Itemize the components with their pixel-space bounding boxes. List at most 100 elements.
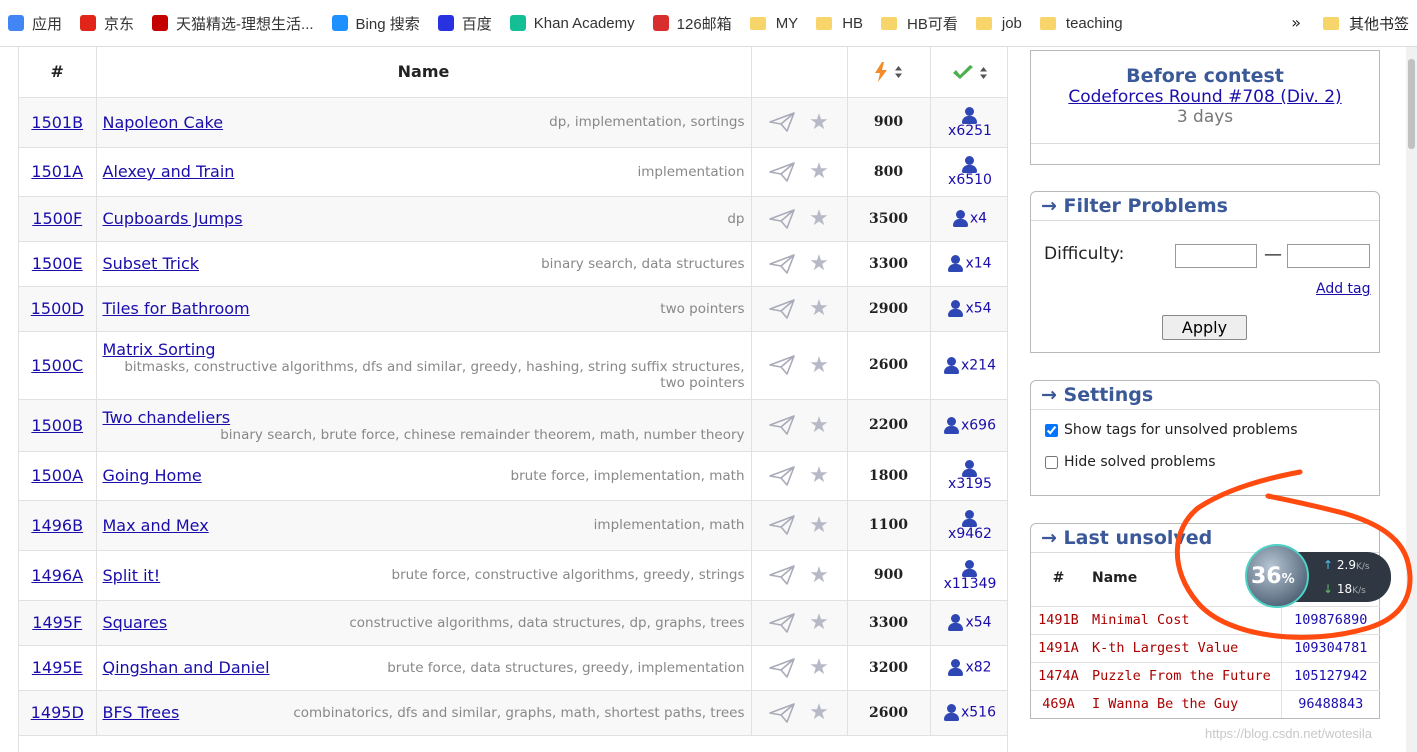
problem-name-link[interactable]: Max and Mex [103, 516, 209, 535]
favourite-star-icon[interactable]: ★ [809, 700, 829, 725]
problem-id-link[interactable]: 1500E [32, 254, 83, 273]
submit-send-icon[interactable] [769, 657, 795, 678]
solved-count-link[interactable]: x54 [965, 301, 991, 317]
bookmark-item[interactable]: 126邮箱 [652, 13, 732, 34]
problem-id-link[interactable]: 1496B [31, 516, 83, 535]
last-unsolved-name-link[interactable]: I Wanna Be the Guy [1092, 696, 1238, 712]
problem-name-link[interactable]: Matrix Sorting [103, 340, 745, 359]
solved-count-link[interactable]: x6510 [948, 172, 992, 188]
submit-send-icon[interactable] [769, 415, 795, 435]
network-speed-widget[interactable]: 36% ↑ 2.9K/s ↓ 18K/s [1245, 544, 1393, 608]
favourite-star-icon[interactable]: ★ [809, 463, 829, 488]
bookmark-item[interactable]: HB可看 [881, 13, 958, 34]
favourite-star-icon[interactable]: ★ [809, 655, 829, 680]
solved-count-link[interactable]: x516 [961, 705, 996, 721]
submit-send-icon[interactable] [769, 253, 795, 274]
bookmark-item[interactable]: 京东 [80, 13, 134, 34]
hide-solved-option[interactable]: Hide solved problems [1045, 454, 1379, 470]
bookmark-item[interactable]: 应用 [8, 13, 62, 34]
contest-link[interactable]: Codeforces Round #708 (Div. 2) [1031, 87, 1379, 107]
last-unsolved-id-link[interactable]: 1474A [1038, 668, 1079, 684]
problem-id-link[interactable]: 1500D [31, 299, 84, 318]
last-unsolved-id-link[interactable]: 469A [1042, 696, 1075, 712]
problem-name-link[interactable]: Napoleon Cake [103, 113, 224, 132]
solved-count-link[interactable]: x14 [965, 256, 991, 272]
last-unsolved-submission-link[interactable]: 109304781 [1294, 640, 1367, 656]
solved-count-link[interactable]: x54 [965, 615, 991, 631]
problem-id-link[interactable]: 1495E [32, 658, 83, 677]
problem-id-link[interactable]: 1500F [32, 209, 82, 228]
bookmarks-more-button[interactable]: » [1291, 13, 1301, 32]
bookmark-item[interactable]: Khan Academy [509, 15, 635, 32]
solved-count-link[interactable]: x82 [965, 660, 991, 676]
solved-count-link[interactable]: x11349 [944, 576, 997, 592]
favourite-star-icon[interactable]: ★ [809, 110, 829, 135]
add-tag-link[interactable]: Add tag [1316, 281, 1371, 297]
last-unsolved-name-link[interactable]: Puzzle From the Future [1092, 668, 1271, 684]
submit-send-icon[interactable] [769, 702, 795, 723]
last-unsolved-name-link[interactable]: K-th Largest Value [1092, 640, 1238, 656]
bookmark-item[interactable]: MY [749, 15, 798, 32]
favourite-star-icon[interactable]: ★ [809, 610, 829, 635]
solved-count-link[interactable]: x696 [961, 417, 996, 433]
submit-send-icon[interactable] [769, 355, 795, 375]
problem-id-link[interactable]: 1500A [31, 466, 83, 485]
problem-name-link[interactable]: Tiles for Bathroom [103, 299, 250, 318]
header-solved[interactable] [930, 47, 1007, 98]
difficulty-min-input[interactable] [1175, 244, 1257, 268]
solved-count-link[interactable]: x9462 [948, 526, 992, 542]
favourite-star-icon[interactable]: ★ [809, 296, 829, 321]
problem-id-link[interactable]: 1501A [31, 162, 83, 181]
scrollbar-thumb[interactable] [1408, 59, 1415, 149]
problem-id-link[interactable]: 1495D [31, 703, 84, 722]
problem-id-link[interactable]: 1496A [31, 566, 83, 585]
problem-name-link[interactable]: BFS Trees [103, 703, 180, 722]
apply-button[interactable]: Apply [1162, 315, 1247, 340]
bookmark-item[interactable]: 百度 [437, 13, 492, 34]
problem-id-link[interactable]: 1495F [32, 613, 82, 632]
scrollbar[interactable] [1406, 47, 1417, 752]
problem-id-link[interactable]: 1501B [31, 113, 83, 132]
problem-name-link[interactable]: Subset Trick [103, 254, 200, 273]
favourite-star-icon[interactable]: ★ [809, 159, 829, 184]
submit-send-icon[interactable] [769, 612, 795, 633]
submit-send-icon[interactable] [769, 465, 795, 486]
bookmark-item[interactable]: 天猫精选-理想生活... [152, 13, 314, 34]
solved-count-link[interactable]: x214 [961, 357, 996, 373]
solved-count-link[interactable]: x6251 [948, 123, 992, 139]
bookmark-item[interactable]: teaching [1039, 15, 1123, 32]
problem-name-link[interactable]: Qingshan and Daniel [103, 658, 270, 677]
bookmark-item[interactable]: HB [816, 15, 863, 32]
last-unsolved-id-link[interactable]: 1491A [1038, 640, 1079, 656]
favourite-star-icon[interactable]: ★ [809, 563, 829, 588]
last-unsolved-submission-link[interactable]: 105127942 [1294, 668, 1367, 684]
solved-count-link[interactable]: x3195 [948, 476, 992, 492]
hide-solved-checkbox[interactable] [1045, 455, 1058, 469]
problem-id-link[interactable]: 1500C [31, 356, 83, 375]
favourite-star-icon[interactable]: ★ [809, 251, 829, 276]
last-unsolved-id-link[interactable]: 1491B [1038, 612, 1079, 628]
bookmark-item[interactable]: Bing 搜索 [331, 13, 420, 34]
submit-send-icon[interactable] [769, 161, 795, 182]
problem-name-link[interactable]: Going Home [103, 466, 202, 485]
problem-name-link[interactable]: Cupboards Jumps [103, 209, 243, 228]
other-bookmarks[interactable]: 其他书签 [1322, 13, 1409, 34]
difficulty-max-input[interactable] [1287, 244, 1370, 268]
problem-name-link[interactable]: Alexey and Train [103, 162, 235, 181]
solved-count-link[interactable]: x4 [970, 211, 987, 227]
last-unsolved-name-link[interactable]: Minimal Cost [1092, 612, 1190, 628]
submit-send-icon[interactable] [769, 298, 795, 319]
problem-name-link[interactable]: Split it! [103, 566, 161, 585]
problem-id-link[interactable]: 1500B [31, 416, 83, 435]
favourite-star-icon[interactable]: ★ [809, 206, 829, 231]
submit-send-icon[interactable] [769, 515, 795, 535]
problem-name-link[interactable]: Squares [103, 613, 168, 632]
bookmark-item[interactable]: job [975, 15, 1022, 32]
last-unsolved-submission-link[interactable]: 96488843 [1298, 696, 1363, 712]
submit-send-icon[interactable] [769, 208, 795, 229]
show-tags-option[interactable]: Show tags for unsolved problems [1045, 422, 1379, 438]
favourite-star-icon[interactable]: ★ [809, 413, 829, 438]
submit-send-icon[interactable] [769, 112, 795, 132]
last-unsolved-submission-link[interactable]: 109876890 [1294, 612, 1367, 628]
favourite-star-icon[interactable]: ★ [809, 513, 829, 538]
